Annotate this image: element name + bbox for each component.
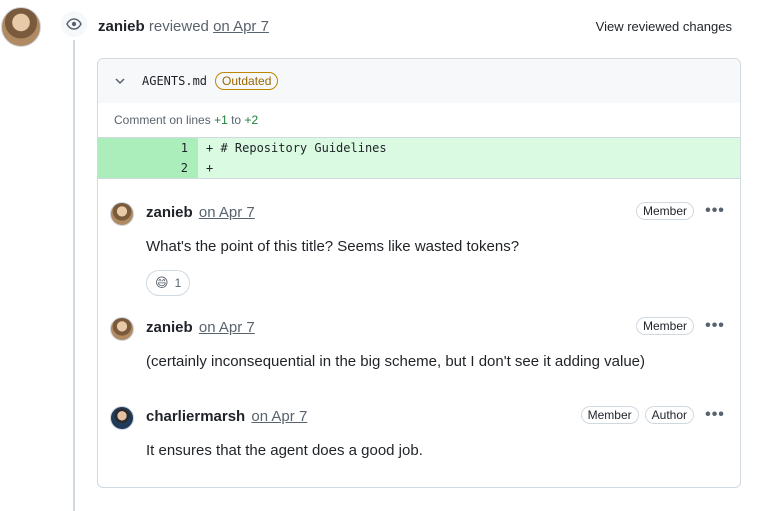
avatar[interactable]	[110, 406, 134, 430]
member-badge: Member	[580, 406, 639, 424]
diff-code: + # Repository Guidelines	[198, 138, 740, 158]
diff-row: 1 + # Repository Guidelines	[98, 138, 740, 158]
reaction-button[interactable]: 😄 1	[146, 270, 191, 296]
comment-body: (certainly inconsequential in the big sc…	[146, 353, 645, 370]
view-reviewed-changes-button[interactable]: View reviewed changes	[596, 19, 732, 34]
comment-body: What's the point of this title? Seems li…	[146, 238, 520, 255]
comment: zanieb on Apr 7 Member ••• (certainly in…	[110, 317, 730, 377]
comment-author[interactable]: zanieb	[146, 319, 193, 336]
comment-range-to: +2	[244, 113, 259, 127]
file-header[interactable]: AGENTS.md Outdated	[98, 59, 740, 103]
review-date[interactable]: on Apr 7	[213, 18, 269, 35]
outdated-badge: Outdated	[215, 72, 279, 90]
review-header: zanieb reviewed on Apr 7	[98, 18, 269, 35]
comment-author[interactable]: charliermarsh	[146, 408, 245, 425]
reaction-count: 1	[174, 276, 182, 290]
smile-emoji-icon: 😄	[155, 275, 169, 290]
comment-range-prefix: Comment on lines	[114, 113, 211, 127]
diff-code: +	[198, 158, 740, 178]
line-number: 1	[98, 138, 198, 158]
comment: charliermarsh on Apr 7 Member Author •••…	[110, 406, 730, 466]
comment-date[interactable]: on Apr 7	[199, 319, 255, 336]
comment: zanieb on Apr 7 Member ••• What's the po…	[110, 202, 730, 302]
diff-hunk: 1 + # Repository Guidelines 2 +	[98, 137, 740, 179]
comment-range: Comment on lines +1 to +2	[98, 103, 740, 137]
comment-date[interactable]: on Apr 7	[199, 204, 255, 221]
avatar[interactable]	[110, 317, 134, 341]
kebab-horizontal-icon[interactable]: •••	[700, 406, 730, 424]
file-name[interactable]: AGENTS.md	[142, 74, 207, 88]
comment-range-from: +1	[214, 113, 228, 127]
member-badge: Member	[635, 202, 694, 220]
comment-range-to-word: to	[231, 113, 242, 127]
reviewer-name[interactable]: zanieb	[98, 18, 145, 35]
comment-date[interactable]: on Apr 7	[251, 408, 307, 425]
line-number: 2	[98, 158, 198, 178]
review-thread: AGENTS.md Outdated Comment on lines +1 t…	[97, 58, 741, 488]
chevron-down-icon[interactable]	[114, 75, 126, 87]
avatar[interactable]	[110, 202, 134, 226]
timeline-line	[73, 40, 75, 511]
author-badge: Author	[644, 406, 694, 424]
kebab-horizontal-icon[interactable]: •••	[700, 317, 730, 335]
review-action: reviewed	[148, 18, 209, 35]
diff-row: 2 +	[98, 158, 740, 178]
member-badge: Member	[635, 317, 694, 335]
eye-icon	[59, 9, 89, 39]
reviewer-avatar[interactable]	[1, 7, 41, 47]
comment-author[interactable]: zanieb	[146, 204, 193, 221]
kebab-horizontal-icon[interactable]: •••	[700, 202, 730, 220]
comment-body: It ensures that the agent does a good jo…	[146, 442, 423, 459]
